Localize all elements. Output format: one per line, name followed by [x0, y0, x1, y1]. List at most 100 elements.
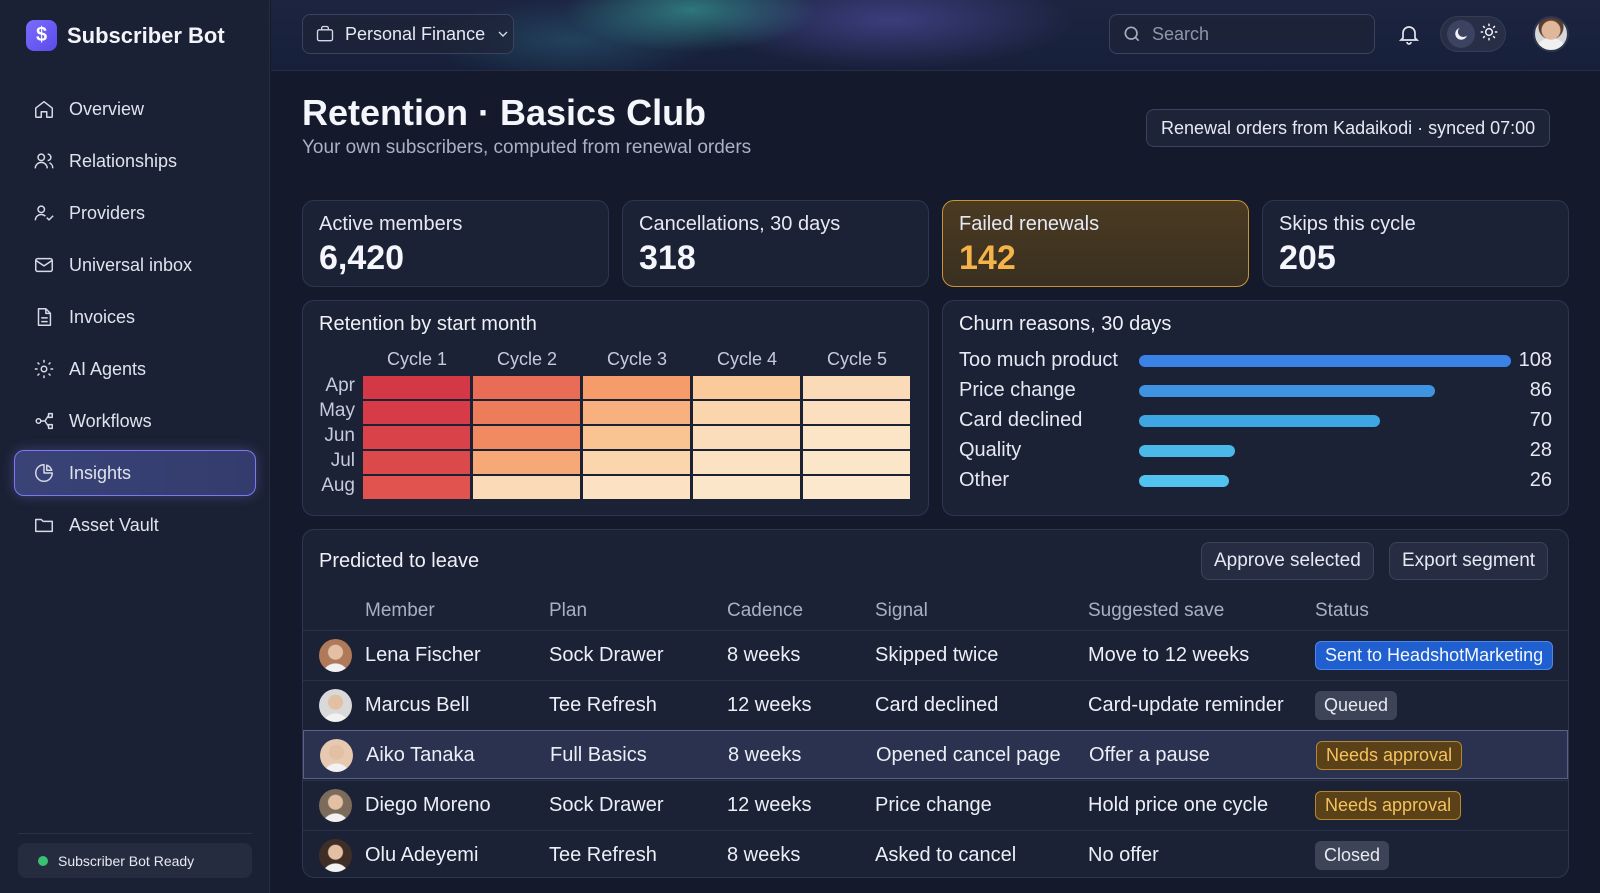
heatmap-cell: [693, 426, 800, 449]
gear-icon: [34, 359, 54, 379]
heatmap-cell: [693, 476, 800, 499]
plan: Sock Drawer: [549, 794, 664, 816]
sidebar-item-insights[interactable]: Insights: [14, 450, 256, 496]
member-name: Aiko Tanaka: [366, 744, 475, 766]
sidebar-item-relationships[interactable]: Relationships: [14, 138, 256, 184]
mail-icon: [35, 257, 53, 273]
member-name: Olu Adeyemi: [365, 844, 479, 866]
heatmap-cell: [583, 476, 690, 499]
heatmap-title: Retention by start month: [319, 313, 537, 335]
heatmap-row-label: Aug: [321, 475, 355, 496]
sidebar-item-providers[interactable]: Providers: [14, 190, 256, 236]
churn-bar: [1139, 475, 1229, 487]
churn-label: Quality: [959, 439, 1022, 461]
brand[interactable]: $ Subscriber Bot: [26, 20, 225, 51]
sidebar-item-universal-inbox[interactable]: Universal inbox: [14, 242, 256, 288]
stat-value: 318: [639, 239, 696, 277]
churn-title: Churn reasons, 30 days: [959, 313, 1172, 335]
user-check-icon: [34, 205, 54, 221]
churn-label: Other: [959, 469, 1010, 491]
table-title: Predicted to leave: [319, 550, 480, 572]
heatmap-column-label: Cycle 4: [716, 349, 778, 369]
moon-icon[interactable]: [1447, 20, 1475, 48]
stat-label: Active members: [319, 213, 463, 235]
churn-label: Price change: [959, 379, 1076, 401]
status-dot-icon: [38, 855, 48, 866]
status-badge: Closed: [1315, 841, 1390, 870]
table-row[interactable]: Lena Fischer Sock Drawer 8 weeks Skipped tw…: [303, 630, 1568, 679]
heatmap-column-label: Cycle 1: [386, 349, 448, 369]
member-avatar: [320, 739, 353, 772]
suggested-save: No offer: [1088, 844, 1159, 866]
heatmap-cell: [803, 476, 910, 499]
sidebar-item-label: Overview: [69, 98, 145, 119]
users-icon: [34, 153, 54, 169]
theme-toggle[interactable]: [1440, 16, 1506, 52]
bell-icon[interactable]: [1397, 22, 1421, 46]
stat-label: Cancellations, 30 days: [639, 213, 841, 235]
signal: Price change: [875, 794, 992, 816]
sun-icon[interactable]: [1479, 22, 1499, 47]
member-avatar: [319, 639, 352, 672]
heatmap-cell: [473, 401, 580, 424]
dollar-logo-icon: $: [26, 20, 57, 51]
table-row[interactable]: Aiko Tanaka Full Basics 8 weeks Opened canc…: [303, 730, 1568, 779]
plan: Sock Drawer: [549, 644, 664, 666]
column-header: Plan: [549, 600, 588, 621]
sidebar-item-label: Asset Vault: [69, 514, 159, 535]
heatmap-row-label: Apr: [325, 375, 355, 396]
signal: Card declined: [875, 694, 999, 716]
column-header: Cadence: [727, 600, 804, 621]
heatmap-row-label: Jul: [330, 450, 355, 471]
sidebar-item-workflows[interactable]: Workflows: [14, 398, 256, 444]
heatmap-column-label: Cycle 5: [826, 349, 888, 369]
sidebar-item-invoices[interactable]: Invoices: [14, 294, 256, 340]
churn-value: 26: [1529, 469, 1552, 491]
member-name: Diego Moreno: [365, 794, 491, 816]
heatmap-row-label: May: [319, 400, 355, 421]
approve-selected-button[interactable]: Approve selected: [1201, 542, 1374, 580]
heatmap-cell: [363, 476, 470, 499]
page-subtitle: Your own subscribers, computed from rene…: [302, 137, 752, 158]
export-segment-button[interactable]: Export segment: [1389, 542, 1549, 580]
search-icon: [1124, 26, 1140, 42]
retention-heatmap-card: Retention by start month Cycle 1 Cycle 2 C…: [302, 300, 929, 516]
pie-chart-icon: [35, 464, 53, 482]
table-row[interactable]: Diego Moreno Sock Drawer 12 weeks Price cha…: [303, 780, 1568, 829]
heatmap-column-label: Cycle 2: [496, 349, 558, 369]
table-row[interactable]: Marcus Bell Tee Refresh 12 weeks Card decli…: [303, 680, 1568, 729]
workspace-selector[interactable]: Personal Finance: [302, 14, 514, 54]
page-title: Retention · Basics Club: [302, 92, 707, 133]
sidebar-item-ai-agents[interactable]: AI Agents: [14, 346, 256, 392]
heatmap-column-label: Cycle 3: [606, 349, 668, 369]
sidebar: $ Subscriber Bot Overview Relationships Pr…: [0, 0, 270, 893]
file-icon: [37, 308, 52, 326]
search-box: [1109, 14, 1375, 54]
cadence: 8 weeks: [727, 644, 801, 666]
sidebar-divider: [18, 833, 252, 834]
column-header: Suggested save: [1088, 600, 1225, 621]
sidebar-item-label: Relationships: [69, 150, 178, 171]
churn-bar: [1139, 445, 1235, 457]
workflow-icon: [35, 412, 53, 430]
search-input[interactable]: [1152, 23, 1352, 45]
table-row[interactable]: Olu Adeyemi Tee Refresh 8 weeks Asked to ca…: [303, 830, 1568, 877]
sidebar-item-overview[interactable]: Overview: [14, 86, 256, 132]
sidebar-item-asset-vault[interactable]: Asset Vault: [14, 502, 256, 548]
sidebar-item-label: AI Agents: [69, 358, 147, 379]
stat-value: 205: [1279, 239, 1336, 277]
stat-label: Skips this cycle: [1279, 213, 1416, 235]
member-avatar: [319, 839, 352, 872]
heatmap-cell: [473, 426, 580, 449]
workspace-label: Personal Finance: [345, 23, 486, 44]
stat-value: 6,420: [319, 239, 405, 277]
heatmap-cell: [693, 451, 800, 474]
signal: Opened cancel page: [876, 744, 1061, 766]
user-avatar[interactable]: [1533, 16, 1569, 52]
stat-label: Failed renewals: [959, 213, 1100, 235]
heatmap-cell: [693, 401, 800, 424]
member-name: Lena Fischer: [365, 644, 481, 666]
stat-value: 142: [959, 239, 1016, 277]
status-text: Subscriber Bot Ready: [58, 852, 195, 869]
churn-bar: [1139, 385, 1435, 397]
